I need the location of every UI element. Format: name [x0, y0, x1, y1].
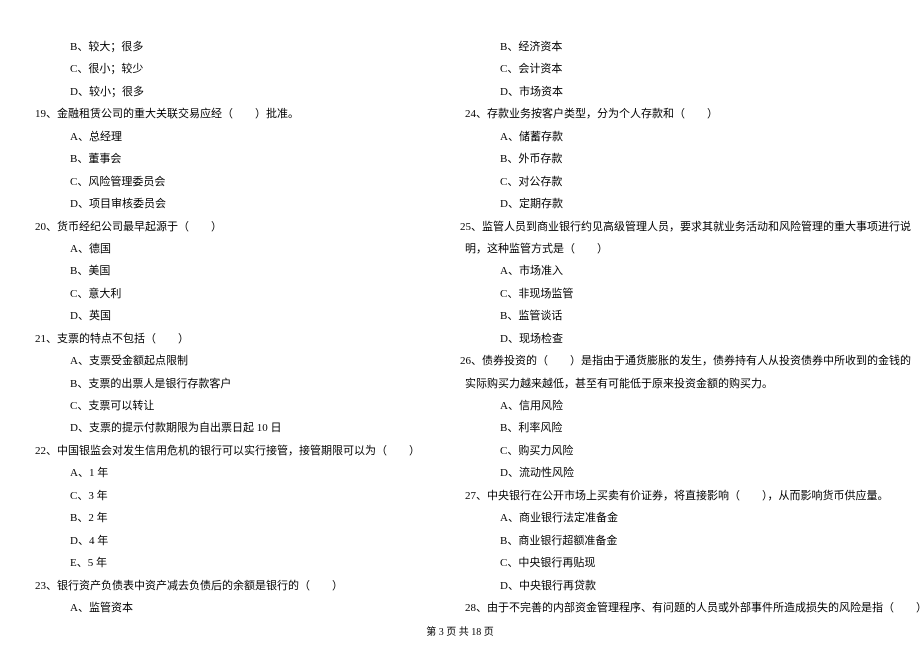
answer-option: B、利率风险: [445, 421, 920, 437]
question-text: 28、由于不完善的内部资金管理程序、有问题的人员或外部事件所造成损失的风险是指（…: [445, 601, 920, 617]
answer-option: D、定期存款: [445, 197, 920, 213]
question-text: 19、金融租赁公司的重大关联交易应经（ ）批准。: [15, 107, 420, 123]
answer-option: B、支票的出票人是银行存款客户: [15, 377, 420, 393]
answer-option: C、风险管理委员会: [15, 175, 420, 191]
answer-option: D、英国: [15, 309, 420, 325]
answer-option: B、较大；很多: [15, 40, 420, 56]
answer-option: D、市场资本: [445, 85, 920, 101]
document-content: B、较大；很多 C、很小；较少 D、较小；很多 19、金融租赁公司的重大关联交易应经（…: [15, 40, 905, 617]
answer-option: C、非现场监管: [445, 287, 920, 303]
answer-option: D、较小；很多: [15, 85, 420, 101]
answer-option: C、3 年: [15, 489, 420, 505]
answer-option: E、5 年: [15, 556, 420, 572]
question-text: 25、监管人员到商业银行约见高级管理人员，要求其就业务活动和风险管理的重大事项进…: [445, 220, 920, 236]
question-text: 明，这种监管方式是（ ）: [445, 242, 920, 258]
answer-option: A、德国: [15, 242, 420, 258]
question-text: 23、银行资产负债表中资产减去负债后的余额是银行的（ ）: [15, 579, 420, 595]
answer-option: B、商业银行超额准备金: [445, 534, 920, 550]
question-text: 实际购买力越来越低，甚至有可能低于原来投资金额的购买力。: [445, 377, 920, 393]
answer-option: A、商业银行法定准备金: [445, 511, 920, 527]
answer-option: A、支票受金额起点限制: [15, 354, 420, 370]
answer-option: B、2 年: [15, 511, 420, 527]
answer-option: C、购买力风险: [445, 444, 920, 460]
answer-option: A、信用风险: [445, 399, 920, 415]
answer-option: B、美国: [15, 264, 420, 280]
answer-option: C、会计资本: [445, 62, 920, 78]
question-text: 26、债券投资的（ ）是指由于通货膨胀的发生，债券持有人从投资债券中所收到的金钱…: [445, 354, 920, 370]
answer-option: C、对公存款: [445, 175, 920, 191]
answer-option: D、流动性风险: [445, 466, 920, 482]
answer-option: D、中央银行再贷款: [445, 579, 920, 595]
question-text: 21、支票的特点不包括（ ）: [15, 332, 420, 348]
answer-option: D、4 年: [15, 534, 420, 550]
answer-option: C、中央银行再贴现: [445, 556, 920, 572]
answer-option: A、储蓄存款: [445, 130, 920, 146]
answer-option: C、很小；较少: [15, 62, 420, 78]
answer-option: B、外币存款: [445, 152, 920, 168]
question-text: 20、货币经纪公司最早起源于（ ）: [15, 220, 420, 236]
answer-option: A、市场准入: [445, 264, 920, 280]
question-text: 22、中国银监会对发生信用危机的银行可以实行接管，接管期限可以为（ ）: [15, 444, 420, 460]
answer-option: A、1 年: [15, 466, 420, 482]
question-text: 27、中央银行在公开市场上买卖有价证券，将直接影响（ ），从而影响货币供应量。: [445, 489, 920, 505]
answer-option: A、监管资本: [15, 601, 420, 617]
answer-option: D、现场检查: [445, 332, 920, 348]
question-text: 24、存款业务按客户类型，分为个人存款和（ ）: [445, 107, 920, 123]
right-column: B、经济资本 C、会计资本 D、市场资本 24、存款业务按客户类型，分为个人存款和（ …: [445, 40, 920, 617]
left-column: B、较大；很多 C、很小；较少 D、较小；很多 19、金融租赁公司的重大关联交易应经（…: [15, 40, 420, 617]
answer-option: B、监管谈话: [445, 309, 920, 325]
page-footer: 第 3 页 共 18 页: [0, 623, 920, 638]
answer-option: A、总经理: [15, 130, 420, 146]
answer-option: D、项目审核委员会: [15, 197, 420, 213]
answer-option: D、支票的提示付款期限为自出票日起 10 日: [15, 421, 420, 437]
answer-option: C、支票可以转让: [15, 399, 420, 415]
answer-option: B、董事会: [15, 152, 420, 168]
answer-option: B、经济资本: [445, 40, 920, 56]
answer-option: C、意大利: [15, 287, 420, 303]
